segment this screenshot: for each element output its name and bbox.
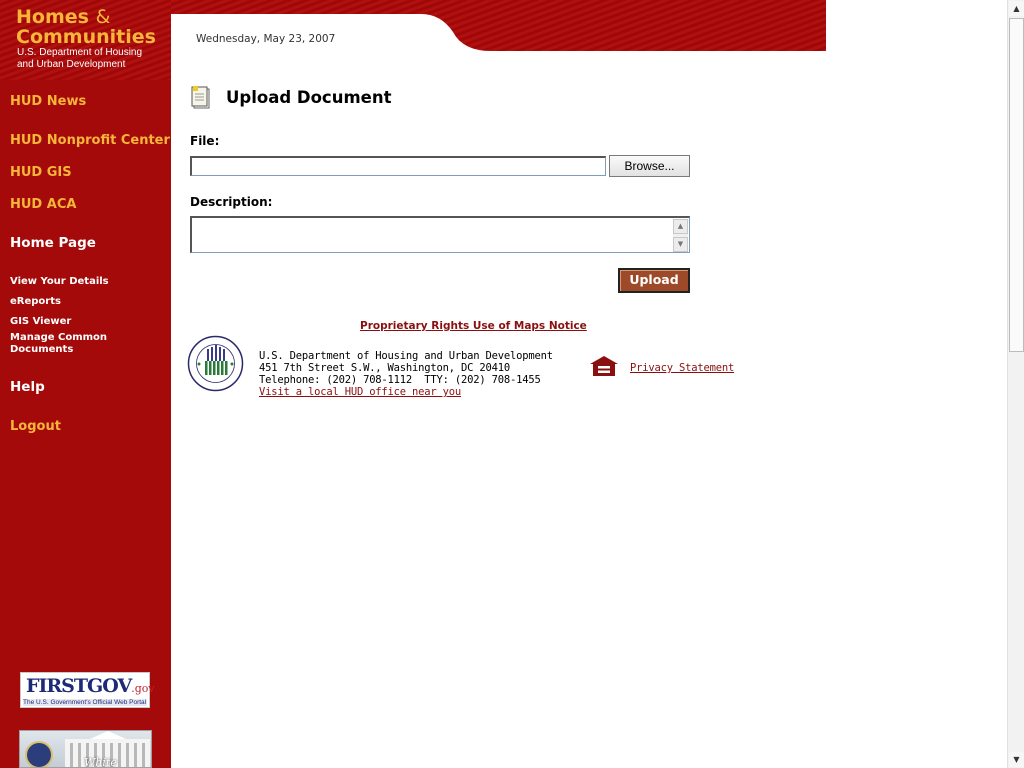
manage-common-line2: Documents — [10, 344, 74, 355]
sidebar-item-gis-viewer[interactable]: GIS Viewer — [10, 316, 71, 328]
scroll-up-icon[interactable]: ▲ — [1009, 1, 1024, 16]
description-label: Description: — [190, 195, 273, 209]
logo-subtitle-2: and Urban Development — [17, 59, 126, 70]
sidebar-item-view-your-details[interactable]: View Your Details — [10, 276, 109, 288]
proprietary-rights-maps-notice-link[interactable]: Proprietary Rights Use of Maps Notice — [360, 320, 587, 332]
presidential-seal-icon — [25, 741, 53, 767]
upload-button[interactable]: Upload — [618, 268, 690, 293]
logo-ampersand: & — [95, 6, 111, 28]
current-date: Wednesday, May 23, 2007 — [196, 33, 336, 45]
document-icon — [191, 86, 210, 109]
textarea-scroll-down-icon[interactable]: ▼ — [673, 237, 688, 252]
logo-line2: Communities — [16, 26, 156, 48]
whitehouse-banner[interactable]: White House — [19, 730, 152, 768]
sidebar-item-manage-common-documents[interactable]: Manage Common Documents — [10, 332, 107, 356]
sidebar-item-hud-nonprofit-center[interactable]: HUD Nonprofit Center — [10, 133, 170, 148]
file-label: File: — [190, 134, 220, 148]
description-textarea[interactable]: ▲ ▼ — [190, 216, 690, 253]
hud-seal-icon — [187, 335, 244, 392]
manage-common-line1: Manage Common — [10, 332, 108, 343]
equal-housing-icon — [590, 356, 618, 376]
scrollbar-thumb[interactable] — [1009, 18, 1024, 352]
address-line-2: 451 7th Street S.W., Washington, DC 2041… — [259, 362, 510, 374]
file-input[interactable] — [190, 156, 606, 176]
page-title: Upload Document — [226, 88, 392, 107]
page-scrollbar[interactable]: ▲ ▼ — [1007, 0, 1024, 768]
address-line-1: U.S. Department of Housing and Urban Dev… — [259, 350, 553, 362]
sidebar-item-logout[interactable]: Logout — [10, 419, 61, 434]
logo-line1: Homes & — [16, 6, 110, 28]
whitehouse-text: White House — [84, 756, 117, 768]
logo-word-homes: Homes — [16, 6, 89, 28]
firstgov-tagline: The U.S. Government's Official Web Porta… — [23, 699, 147, 706]
sidebar-item-hud-aca[interactable]: HUD ACA — [10, 197, 76, 212]
textarea-scroll-up-icon[interactable]: ▲ — [673, 219, 688, 234]
homes-communities-logo[interactable]: Homes & Communities U.S. Department of H… — [0, 0, 171, 80]
browse-button[interactable]: Browse... — [609, 155, 690, 177]
scroll-down-icon[interactable]: ▼ — [1009, 752, 1024, 767]
firstgov-banner[interactable]: FIRSTGOV.gov The U.S. Government's Offic… — [20, 672, 155, 708]
logo-subtitle-1: U.S. Department of Housing — [17, 47, 143, 58]
sidebar: Homes & Communities U.S. Department of H… — [0, 0, 171, 768]
sidebar-item-hud-gis[interactable]: HUD GIS — [10, 165, 72, 180]
sidebar-item-ereports[interactable]: eReports — [10, 296, 61, 308]
firstgov-logo-text: FIRSTGOV.gov — [26, 675, 155, 697]
sidebar-item-home-page[interactable]: Home Page — [10, 235, 96, 251]
local-hud-office-link[interactable]: Visit a local HUD office near you — [259, 386, 461, 398]
firstgov-main: FIRSTGOV — [26, 675, 132, 697]
textarea-scrollbar[interactable]: ▲ ▼ — [673, 219, 688, 252]
header-curve-fill — [171, 14, 191, 51]
privacy-statement-link[interactable]: Privacy Statement — [630, 362, 734, 374]
firstgov-gov: .gov — [131, 682, 155, 695]
telephone-line: Telephone: (202) 708-1112 TTY: (202) 708… — [259, 374, 541, 386]
sidebar-item-hud-news[interactable]: HUD News — [10, 94, 86, 109]
sidebar-item-help[interactable]: Help — [10, 379, 45, 395]
